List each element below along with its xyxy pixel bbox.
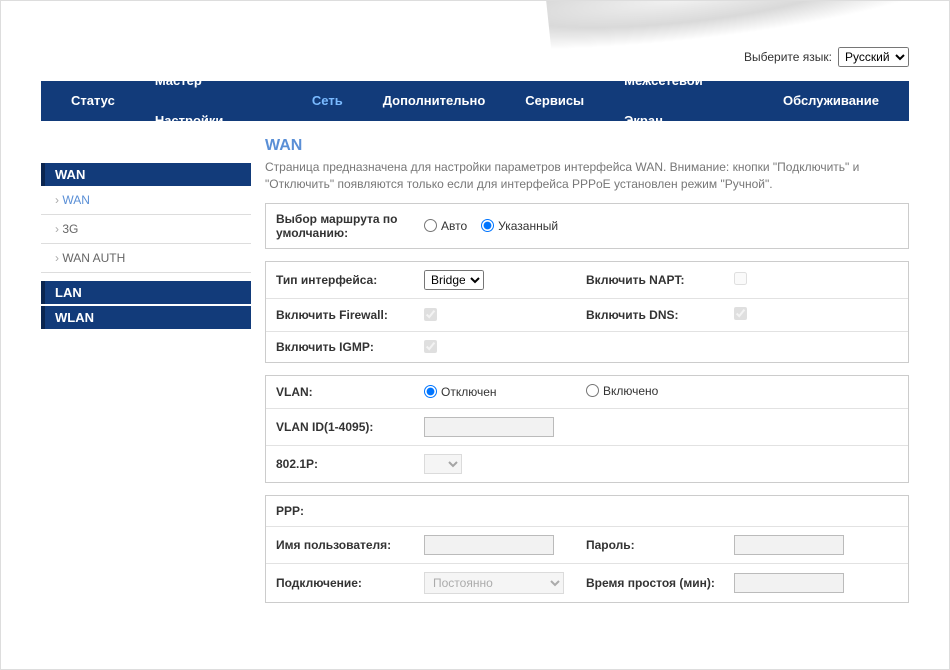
checkbox-dns[interactable] [734,307,747,320]
radio-vlan-disabled-label[interactable]: Отключен [424,385,497,399]
radio-auto[interactable] [424,219,437,232]
checkbox-napt[interactable] [734,272,747,285]
page-title: WAN [265,137,909,155]
nav-advanced[interactable]: Дополнительно [363,81,506,121]
sidebar-list-wan: WAN 3G WAN AUTH [41,186,251,281]
radio-vlan-enabled[interactable] [586,384,599,397]
label-connection: Подключение: [266,572,416,594]
label-default-route: Выбор маршрута по умолчанию: [266,208,416,244]
nav-services[interactable]: Сервисы [505,81,604,121]
sidebar-header-wan[interactable]: WAN [41,163,251,186]
label-enable-igmp: Включить IGMP: [266,336,416,358]
select-interface-type[interactable]: Bridge [424,270,484,290]
nav-status[interactable]: Статус [51,81,135,121]
checkbox-igmp[interactable] [424,340,437,353]
input-idle-time[interactable] [734,573,844,593]
language-label: Выберите язык: [744,50,832,64]
sidebar-header-wlan[interactable]: WLAN [41,306,251,329]
radio-auto-label[interactable]: Авто [424,219,467,233]
panel-interface: Тип интерфейса: Bridge Включить NAPT: Вк… [265,261,909,363]
label-enable-dns: Включить DNS: [576,304,726,326]
label-vlan: VLAN: [266,381,416,403]
main-nav: Статус Мастер Настройки Сеть Дополнитель… [41,81,909,121]
page-description: Страница предназначена для настройки пар… [265,159,909,193]
label-ppp: PPP: [266,500,416,522]
decorative-swoosh [546,1,949,81]
select-8021p[interactable] [424,454,462,474]
language-selector: Выберите язык: Русский [744,47,909,67]
input-username[interactable] [424,535,554,555]
nav-network[interactable]: Сеть [292,81,363,121]
label-8021p: 802.1P: [266,453,416,475]
radio-vlan-enabled-label[interactable]: Включено [586,384,658,398]
sidebar: WAN WAN 3G WAN AUTH LAN WLAN [41,133,251,615]
sidebar-item-wan[interactable]: WAN [41,186,251,215]
nav-maintenance[interactable]: Обслуживание [763,81,899,121]
label-enable-napt: Включить NAPT: [576,269,726,291]
sidebar-item-wan-auth[interactable]: WAN AUTH [41,244,251,273]
label-interface-type: Тип интерфейса: [266,269,416,291]
panel-ppp: PPP: Имя пользователя: Пароль: [265,495,909,603]
label-idle-time: Время простоя (мин): [576,572,726,594]
label-enable-firewall: Включить Firewall: [266,304,416,326]
radio-specified[interactable] [481,219,494,232]
header: Выберите язык: Русский [1,1,949,81]
panel-vlan: VLAN: Отключен Включено [265,375,909,484]
checkbox-firewall[interactable] [424,308,437,321]
language-select[interactable]: Русский [838,47,909,67]
select-connection[interactable]: Постоянно [424,572,564,594]
input-vlan-id[interactable] [424,417,554,437]
input-password[interactable] [734,535,844,555]
content: WAN Страница предназначена для настройки… [265,133,909,615]
radio-vlan-disabled[interactable] [424,385,437,398]
panel-default-route: Выбор маршрута по умолчанию: Авто Указан… [265,203,909,249]
label-password: Пароль: [576,534,726,556]
sidebar-header-lan[interactable]: LAN [41,281,251,304]
label-vlan-id: VLAN ID(1-4095): [266,416,416,438]
label-username: Имя пользователя: [266,534,416,556]
sidebar-item-3g[interactable]: 3G [41,215,251,244]
radio-specified-label[interactable]: Указанный [481,219,558,233]
